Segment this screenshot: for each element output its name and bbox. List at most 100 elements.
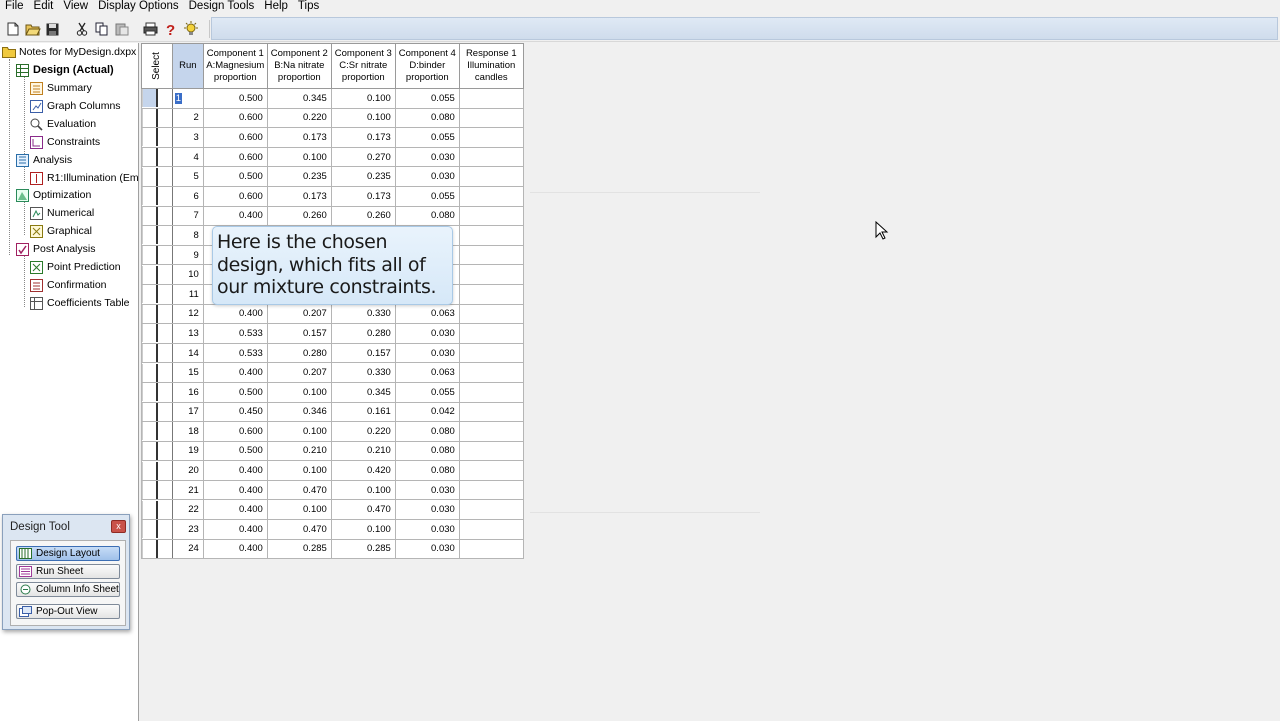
response-1-cell[interactable] — [458, 362, 524, 383]
response-1-cell[interactable] — [458, 538, 524, 560]
row-select-cell[interactable] — [141, 166, 173, 187]
component-4-cell[interactable]: 0.080 — [394, 107, 460, 129]
run-cell[interactable]: 20 — [171, 460, 204, 481]
run-cell[interactable]: 3 — [171, 127, 204, 148]
row-select-cell[interactable] — [141, 303, 173, 325]
row-select-cell[interactable] — [141, 538, 173, 560]
component-4-cell[interactable]: 0.055 — [394, 381, 460, 403]
row-select-cell[interactable] — [141, 323, 173, 344]
component-3-cell[interactable]: 0.345 — [330, 381, 396, 403]
component-2-cell[interactable]: 0.100 — [266, 421, 332, 442]
response-1-cell[interactable] — [458, 264, 524, 285]
tree-item-summary[interactable]: Summary — [30, 80, 92, 96]
component-1-cell[interactable]: 0.400 — [202, 538, 268, 560]
component-1-cell[interactable]: 0.400 — [202, 205, 268, 227]
component-4-cell[interactable]: 0.042 — [394, 401, 460, 423]
tree-item-analysis[interactable]: Analysis — [16, 152, 72, 168]
run-cell[interactable]: 15 — [171, 362, 204, 383]
component-1-cell[interactable]: 0.600 — [202, 146, 268, 168]
response-1-cell[interactable] — [458, 342, 524, 364]
tree-item-confirmation[interactable]: Confirmation — [30, 277, 107, 293]
component-2-cell[interactable]: 0.207 — [266, 303, 332, 325]
component-1-cell[interactable]: 0.500 — [202, 88, 268, 109]
run-cell[interactable]: 5 — [171, 166, 204, 187]
tree-item-graphical[interactable]: Graphical — [30, 223, 92, 239]
component-2-cell[interactable]: 0.100 — [266, 381, 332, 403]
menu-file[interactable]: File — [0, 0, 29, 14]
component-2-cell[interactable]: 0.157 — [266, 323, 332, 344]
tree-root[interactable]: Notes for MyDesign.dxpx — [2, 44, 136, 60]
run-cell[interactable]: 21 — [171, 479, 204, 501]
component-1-cell[interactable]: 0.400 — [202, 460, 268, 481]
run-cell[interactable]: 19 — [171, 440, 204, 462]
run-cell[interactable]: 11 — [171, 283, 204, 305]
component-2-cell[interactable]: 0.100 — [266, 499, 332, 521]
row-select-cell[interactable] — [141, 381, 173, 403]
copy-icon[interactable] — [93, 21, 110, 37]
row-select-cell[interactable] — [141, 205, 173, 227]
column-info-sheet-button[interactable]: Column Info Sheet — [16, 582, 120, 597]
open-folder-icon[interactable] — [24, 21, 41, 37]
run-cell[interactable]: 17 — [171, 401, 204, 423]
component-4-cell[interactable]: 0.030 — [394, 499, 460, 521]
component-1-cell[interactable]: 0.400 — [202, 303, 268, 325]
component-3-cell[interactable]: 0.330 — [330, 362, 396, 383]
run-column-header[interactable]: Run — [171, 43, 204, 89]
print-icon[interactable] — [142, 21, 159, 37]
component-1-cell[interactable]: 0.600 — [202, 421, 268, 442]
component-4-cell[interactable]: 0.080 — [394, 205, 460, 227]
component-2-header[interactable]: Component 2 B:Na nitrate proportion — [266, 43, 332, 89]
response-1-cell[interactable] — [458, 146, 524, 168]
component-4-cell[interactable]: 0.030 — [394, 519, 460, 540]
row-select-cell[interactable] — [141, 127, 173, 148]
component-3-header[interactable]: Component 3 C:Sr nitrate proportion — [330, 43, 396, 89]
row-select-cell[interactable] — [141, 225, 173, 246]
row-select-cell[interactable] — [141, 244, 173, 266]
row-select-cell[interactable] — [141, 401, 173, 423]
component-3-cell[interactable]: 0.285 — [330, 538, 396, 560]
row-select-cell[interactable] — [141, 460, 173, 481]
component-1-cell[interactable]: 0.533 — [202, 342, 268, 364]
select-column-header[interactable]: Select — [141, 43, 173, 89]
component-4-cell[interactable]: 0.055 — [394, 185, 460, 207]
row-select-cell[interactable] — [141, 283, 173, 305]
menu-design-tools[interactable]: Design Tools — [184, 0, 260, 14]
response-1-cell[interactable] — [458, 479, 524, 501]
row-select-cell[interactable] — [141, 146, 173, 168]
row-select-cell[interactable] — [141, 421, 173, 442]
response-1-cell[interactable] — [458, 225, 524, 246]
design-layout-button[interactable]: Design Layout — [16, 546, 120, 561]
component-2-cell[interactable]: 0.235 — [266, 166, 332, 187]
run-sheet-button[interactable]: Run Sheet — [16, 564, 120, 579]
menu-view[interactable]: View — [58, 0, 93, 14]
row-select-cell[interactable] — [141, 185, 173, 207]
component-3-cell[interactable]: 0.235 — [330, 166, 396, 187]
component-3-cell[interactable]: 0.100 — [330, 479, 396, 501]
tree-item-evaluation[interactable]: Evaluation — [30, 116, 96, 132]
component-2-cell[interactable]: 0.285 — [266, 538, 332, 560]
row-select-cell[interactable] — [141, 362, 173, 383]
component-3-cell[interactable]: 0.157 — [330, 342, 396, 364]
component-3-cell[interactable]: 0.173 — [330, 127, 396, 148]
component-3-cell[interactable]: 0.270 — [330, 146, 396, 168]
help-icon[interactable]: ? — [162, 21, 179, 37]
tree-item-r1[interactable]: R1:Illumination (Empt — [30, 170, 138, 186]
run-cell[interactable]: 10 — [171, 264, 204, 285]
component-3-cell[interactable]: 0.280 — [330, 323, 396, 344]
tree-item-coefficients-table[interactable]: Coefficients Table — [30, 295, 130, 311]
component-3-cell[interactable]: 0.220 — [330, 421, 396, 442]
row-select-cell[interactable] — [141, 499, 173, 521]
component-3-cell[interactable]: 0.161 — [330, 401, 396, 423]
tree-item-design[interactable]: Design (Actual) — [16, 62, 114, 78]
run-cell[interactable]: 7 — [171, 205, 204, 227]
response-1-cell[interactable] — [458, 323, 524, 344]
component-4-cell[interactable]: 0.030 — [394, 342, 460, 364]
component-1-cell[interactable]: 0.500 — [202, 166, 268, 187]
component-2-cell[interactable]: 0.346 — [266, 401, 332, 423]
run-cell[interactable]: 24 — [171, 538, 204, 560]
run-cell[interactable]: 1 — [171, 88, 204, 109]
run-cell[interactable]: 14 — [171, 342, 204, 364]
response-1-cell[interactable] — [458, 499, 524, 521]
component-4-header[interactable]: Component 4 D:binder proportion — [394, 43, 460, 89]
row-select-cell[interactable] — [141, 479, 173, 501]
